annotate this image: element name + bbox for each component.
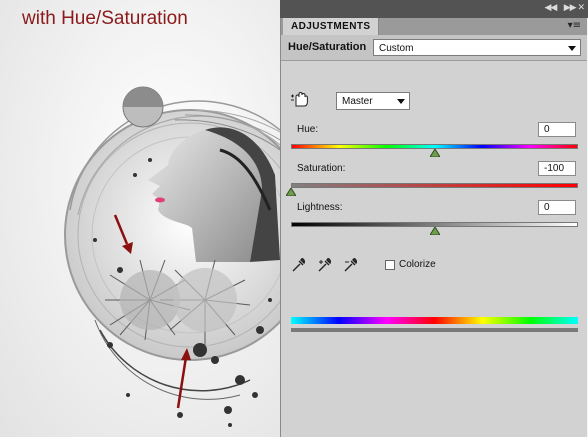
preset-dropdown[interactable]: Custom [373, 39, 581, 56]
hue-input[interactable]: 0 [538, 122, 576, 137]
channel-dropdown[interactable]: Master [336, 92, 410, 110]
collapse-arrows-icon[interactable]: ◀◀ ▶▶ ✕ [544, 3, 585, 13]
chevron-down-icon [397, 99, 405, 104]
panel-tab-bar: ADJUSTMENTS ▾≡ [281, 18, 587, 36]
lightness-label: Lightness: [297, 202, 343, 213]
input-color-bar [291, 317, 578, 324]
eyedropper-icon[interactable] [291, 257, 307, 273]
saturation-label: Saturation: [297, 163, 346, 174]
adjustment-header: Hue/Saturation Custom [281, 35, 587, 61]
lightness-input[interactable]: 0 [538, 200, 576, 215]
targeted-adjustment-hand-icon[interactable] [290, 90, 310, 108]
chevron-down-icon [568, 46, 576, 51]
artwork-image [64, 86, 280, 427]
hue-label: Hue: [297, 124, 319, 135]
colorize-label: Colorize [399, 259, 436, 270]
colorize-checkbox[interactable] [385, 260, 395, 270]
eyedropper-plus-icon[interactable] [317, 257, 333, 273]
panel-menu-icon[interactable]: ▾≡ [568, 20, 581, 31]
saturation-input[interactable]: -100 [538, 161, 576, 176]
tab-adjustments[interactable]: ADJUSTMENTS [283, 18, 380, 35]
preset-value: Custom [379, 43, 414, 54]
adjustments-panel: ADJUSTMENTS ▾≡ Hue/Saturation Custom Mas… [280, 18, 587, 437]
panel-top-strip: ◀◀ ▶▶ ✕ [280, 0, 588, 18]
adjustment-title: Hue/Saturation [288, 41, 367, 53]
channel-value: Master [342, 96, 373, 107]
output-color-bar [291, 328, 578, 332]
saturation-slider-track[interactable] [291, 183, 578, 188]
eyedropper-minus-icon[interactable] [343, 257, 359, 273]
artwork-canvas: with Hue/Saturation [0, 0, 280, 437]
caption-text: with Hue/Saturation [22, 8, 188, 29]
